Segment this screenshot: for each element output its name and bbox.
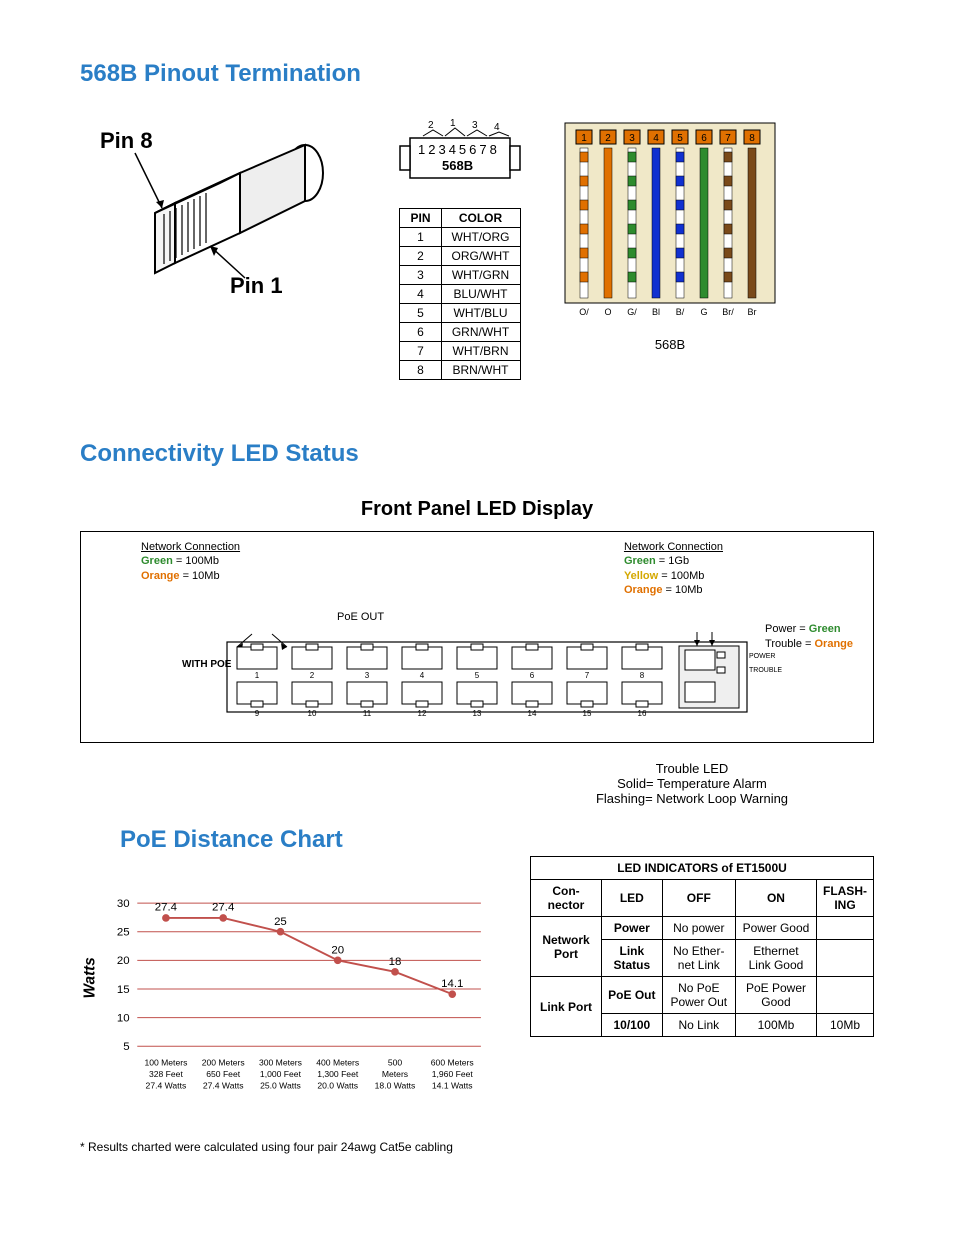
svg-text:100 Meters: 100 Meters [144,1057,187,1067]
svg-text:14: 14 [528,709,537,718]
svg-text:3: 3 [472,120,478,131]
svg-text:25: 25 [117,927,130,939]
wire-color-diagram: 1 2 3 4 5 6 7 8 [560,118,780,380]
svg-text:O/: O/ [579,307,589,317]
svg-text:Watts: Watts [81,957,98,998]
svg-text:300 Meters: 300 Meters [259,1057,302,1067]
svg-text:1: 1 [581,133,587,144]
legend-right: Network Connection Green = 1Gb Yellow = … [624,540,723,597]
svg-text:20: 20 [331,945,344,957]
svg-text:27.4 Watts: 27.4 Watts [203,1080,244,1090]
svg-text:3: 3 [365,671,370,680]
svg-text:G/: G/ [627,307,637,317]
svg-text:4: 4 [653,133,659,144]
poe-chart: Watts 30 25 20 15 10 5 [80,884,500,1123]
svg-text:8: 8 [640,671,645,680]
svg-text:13: 13 [473,709,482,718]
svg-text:568B: 568B [442,158,473,173]
svg-text:7: 7 [725,133,731,144]
svg-text:1,000 Feet: 1,000 Feet [260,1069,302,1079]
trouble-led-note: Trouble LED Solid= Temperature Alarm Fla… [510,761,874,806]
svg-text:11: 11 [363,709,372,718]
svg-text:12: 12 [418,709,427,718]
svg-text:400 Meters: 400 Meters [316,1057,359,1067]
svg-text:5: 5 [475,671,480,680]
svg-text:7: 7 [585,671,590,680]
switch-diagram: WITH POE PoE OUT 1 2 3 4 5 6 7 8 9 10 11 [157,612,797,722]
legend-left: Network Connection Green = 100Mb Orange … [141,540,240,583]
svg-text:TROUBLE: TROUBLE [749,667,782,674]
svg-text:12345678: 12345678 [418,142,500,157]
svg-text:Br: Br [748,307,757,317]
svg-text:20: 20 [117,955,130,967]
svg-text:WITH POE: WITH POE [182,659,232,670]
svg-text:4: 4 [494,122,500,133]
svg-text:8: 8 [749,133,755,144]
svg-text:25: 25 [274,916,287,928]
svg-text:2: 2 [428,120,434,131]
svg-text:4: 4 [420,671,425,680]
section-title-pinout: 568B Pinout Termination [80,60,874,88]
svg-text:10: 10 [117,1012,130,1024]
svg-text:10: 10 [308,709,317,718]
section-title-led: Connectivity LED Status [80,440,874,468]
jack-and-table: 2 1 3 4 12345678 568B PINCOLOR 1WHT/ORG … [390,118,530,380]
pin1-label: Pin 1 [230,273,283,298]
svg-text:Br/: Br/ [722,307,734,317]
svg-text:328 Feet: 328 Feet [149,1069,183,1079]
svg-text:1,960 Feet: 1,960 Feet [432,1069,474,1079]
svg-text:18: 18 [389,956,402,968]
pin8-label: Pin 8 [100,128,153,153]
svg-text:15: 15 [117,984,130,996]
svg-text:1: 1 [450,118,456,129]
led-table-title: LED INDICATORS of ET1500U [531,857,874,880]
chart-footnote: * Results charted were calculated using … [80,1140,500,1154]
svg-text:3: 3 [629,133,635,144]
svg-text:1: 1 [255,671,260,680]
svg-text:B/: B/ [676,307,685,317]
svg-text:27.4 Watts: 27.4 Watts [146,1080,187,1090]
svg-text:20.0 Watts: 20.0 Watts [317,1080,358,1090]
connector-diagram: Pin 8 Pin 1 [80,118,360,380]
svg-text:600 Meters: 600 Meters [431,1057,474,1067]
svg-text:14.1: 14.1 [441,978,463,990]
svg-text:25.0 Watts: 25.0 Watts [260,1080,301,1090]
svg-text:Bl: Bl [652,307,660,317]
jack-diagram: 2 1 3 4 12345678 568B [390,118,530,188]
svg-text:5: 5 [123,1041,129,1053]
svg-text:27.4: 27.4 [212,902,235,914]
svg-text:POWER: POWER [749,653,775,660]
svg-text:14.1 Watts: 14.1 Watts [432,1080,473,1090]
svg-text:Meters: Meters [382,1069,408,1079]
pinout-row: Pin 8 Pin 1 [80,118,874,380]
pin-color-table: PINCOLOR 1WHT/ORG 2ORG/WHT 3WHT/GRN 4BLU… [399,208,520,380]
svg-text:G: G [700,307,707,317]
legend-power-trouble: Power = Green Trouble = Orange [765,622,853,653]
svg-text:PoE OUT: PoE OUT [337,612,384,623]
svg-text:2: 2 [310,671,315,680]
front-panel-box: Network Connection Green = 100Mb Orange … [80,531,874,743]
svg-text:O: O [604,307,611,317]
svg-text:30: 30 [117,898,130,910]
svg-text:6: 6 [701,133,707,144]
svg-text:650 Feet: 650 Feet [206,1069,240,1079]
svg-text:5: 5 [677,133,683,144]
svg-text:9: 9 [255,709,260,718]
svg-text:1,300 Feet: 1,300 Feet [317,1069,359,1079]
svg-text:27.4: 27.4 [155,902,178,914]
wire-diagram-label: 568B [560,337,780,352]
svg-text:15: 15 [583,709,592,718]
svg-text:200 Meters: 200 Meters [202,1057,245,1067]
svg-text:500: 500 [388,1057,403,1067]
svg-text:6: 6 [530,671,535,680]
front-panel-subtitle: Front Panel LED Display [80,498,874,521]
svg-text:2: 2 [605,133,611,144]
section-title-poe: PoE Distance Chart [120,826,500,854]
led-indicators-table: LED INDICATORS of ET1500U Con- nector LE… [530,856,874,1037]
svg-text:18.0 Watts: 18.0 Watts [375,1080,416,1090]
svg-text:16: 16 [638,709,647,718]
